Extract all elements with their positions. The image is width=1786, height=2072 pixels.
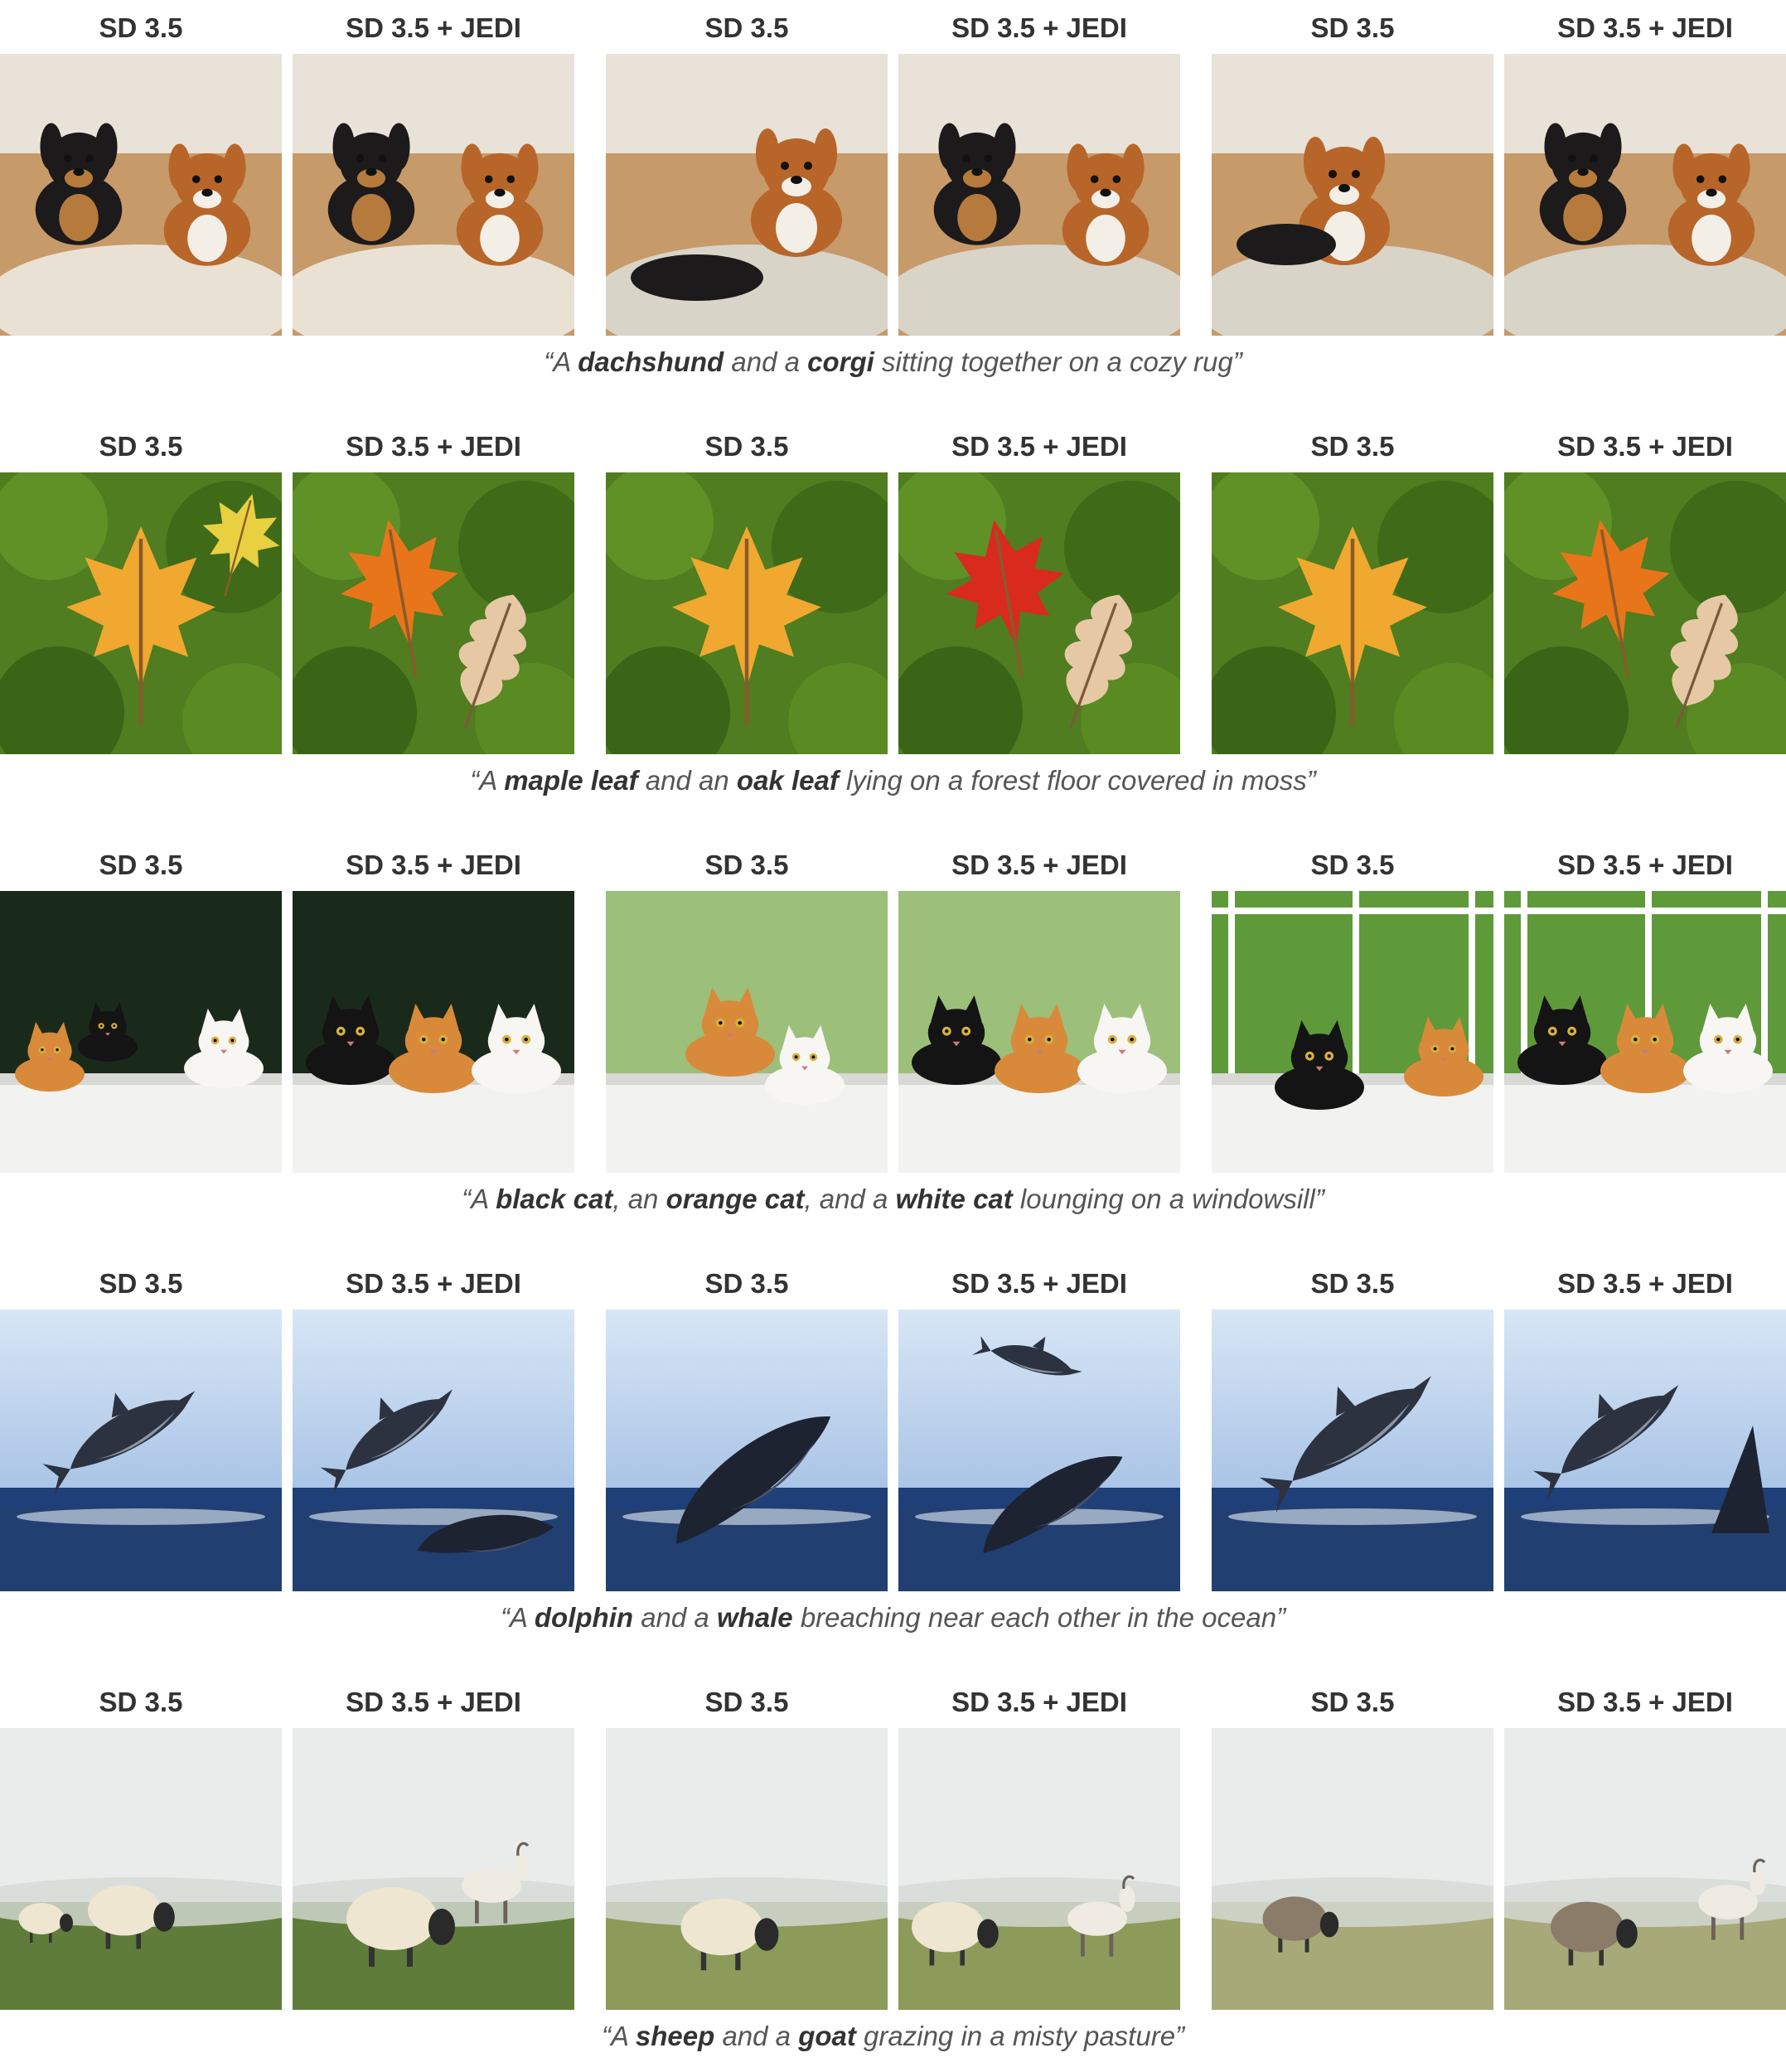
generated-image-leaves-4 [898, 472, 1180, 754]
generated-image-ocean-1 [0, 1310, 282, 1591]
generated-image-pasture-4 [898, 1728, 1180, 2010]
generated-image-ocean-5 [1212, 1310, 1493, 1591]
caption-text: lounging on a windowsill” [1012, 1184, 1324, 1214]
column-label: SD 3.5 [1310, 431, 1395, 462]
generated-image-leaves-1 [0, 472, 282, 754]
column-label: SD 3.5 [1310, 1687, 1395, 1717]
generated-image-cats-3 [606, 891, 888, 1173]
caption-keyword: whale [716, 1602, 793, 1633]
caption-text: “A [500, 1602, 535, 1633]
column-label: SD 3.5 [704, 1268, 789, 1299]
generated-image-cats-2 [293, 891, 574, 1173]
caption-keyword: corgi [807, 346, 874, 377]
prompt-caption: “A maple leaf and an oak leaf lying on a… [0, 762, 1786, 799]
generated-image-cats-1 [0, 891, 282, 1173]
generated-image-dogs-3 [606, 54, 888, 336]
column-label: SD 3.5 [1310, 850, 1395, 880]
generated-image-pasture-5 [1212, 1728, 1493, 2010]
caption-text: and a [724, 346, 808, 377]
column-label: SD 3.5 + JEDI [346, 431, 521, 462]
caption-text: , an [612, 1184, 666, 1214]
caption-keyword: white cat [895, 1184, 1013, 1214]
caption-text: breaching near each other in the ocean” [792, 1602, 1286, 1633]
caption-text: “A [544, 346, 578, 377]
caption-keyword: oak leaf [736, 765, 839, 796]
caption-text: grazing in a misty pasture” [855, 2021, 1185, 2051]
generated-image-leaves-2 [293, 472, 574, 754]
column-label: SD 3.5 [99, 12, 183, 43]
comparison-row-dogs: SD 3.5 SD 3.5 + JEDI SD 3.5 SD 3.5 + JED… [0, 8, 1786, 390]
generated-image-cats-6 [1504, 891, 1786, 1173]
generated-image-leaves-6 [1504, 472, 1786, 754]
column-label: SD 3.5 + JEDI [346, 850, 521, 880]
column-label: SD 3.5 + JEDI [1557, 431, 1733, 462]
prompt-caption: “A black cat, an orange cat, and a white… [0, 1181, 1786, 1218]
generated-image-pasture-2 [293, 1728, 574, 2010]
column-label: SD 3.5 + JEDI [346, 1268, 521, 1299]
generated-image-cats-5 [1212, 891, 1493, 1173]
generated-image-dogs-5 [1212, 54, 1493, 336]
caption-text: and a [714, 2021, 799, 2051]
comparison-row-ocean: SD 3.5 SD 3.5 + JEDI SD 3.5 SD 3.5 + JED… [0, 1264, 1786, 1645]
column-label: SD 3.5 + JEDI [951, 12, 1127, 43]
caption-text: , and a [804, 1184, 896, 1214]
comparison-row-pasture: SD 3.5 SD 3.5 + JEDI SD 3.5 SD 3.5 + JED… [0, 1682, 1786, 2064]
caption-text: “A [462, 1184, 496, 1214]
column-label: SD 3.5 + JEDI [951, 431, 1127, 462]
caption-keyword: sheep [635, 2021, 715, 2051]
prompt-caption: “A dachshund and a corgi sitting togethe… [0, 344, 1786, 380]
caption-text: lying on a forest floor covered in moss” [838, 765, 1316, 796]
generated-image-pasture-6 [1504, 1728, 1786, 2010]
caption-text: “A [601, 2021, 636, 2051]
column-label: SD 3.5 [704, 1687, 789, 1717]
column-label: SD 3.5 + JEDI [1557, 1687, 1733, 1717]
caption-keyword: orange cat [666, 1184, 805, 1214]
caption-keyword: dachshund [578, 346, 724, 377]
column-label: SD 3.5 [704, 12, 789, 43]
column-label: SD 3.5 + JEDI [1557, 850, 1733, 880]
column-label: SD 3.5 [99, 1687, 183, 1717]
generated-image-ocean-3 [606, 1310, 888, 1591]
generated-image-pasture-1 [0, 1728, 282, 2010]
comparison-row-leaves: SD 3.5 SD 3.5 + JEDI SD 3.5 SD 3.5 + JED… [0, 427, 1786, 808]
prompt-caption: “A sheep and a goat grazing in a misty p… [0, 2018, 1786, 2055]
caption-text: sitting together on a cozy rug” [874, 346, 1242, 377]
column-label: SD 3.5 [1310, 12, 1395, 43]
caption-keyword: maple leaf [504, 765, 638, 796]
caption-text: and a [633, 1602, 717, 1633]
caption-keyword: goat [798, 2021, 856, 2051]
column-label: SD 3.5 + JEDI [1557, 1268, 1733, 1299]
column-label: SD 3.5 [704, 431, 789, 462]
generated-image-leaves-3 [606, 472, 888, 754]
generated-image-ocean-2 [293, 1310, 574, 1591]
caption-text: “A [470, 765, 505, 796]
column-label: SD 3.5 + JEDI [346, 12, 521, 43]
generated-image-dogs-1 [0, 54, 282, 336]
caption-keyword: black cat [496, 1184, 613, 1214]
column-label: SD 3.5 + JEDI [951, 850, 1127, 880]
column-label: SD 3.5 + JEDI [951, 1687, 1127, 1717]
generated-image-leaves-5 [1212, 472, 1493, 754]
generated-image-cats-4 [898, 891, 1180, 1173]
column-label: SD 3.5 [99, 431, 183, 462]
column-label: SD 3.5 [99, 1268, 183, 1299]
column-label: SD 3.5 [704, 850, 789, 880]
column-label: SD 3.5 [1310, 1268, 1395, 1299]
caption-keyword: dolphin [534, 1602, 634, 1633]
generated-image-dogs-6 [1504, 54, 1786, 336]
comparison-row-cats: SD 3.5 SD 3.5 + JEDI SD 3.5 SD 3.5 + JED… [0, 845, 1786, 1227]
column-label: SD 3.5 + JEDI [951, 1268, 1127, 1299]
prompt-caption: “A dolphin and a whale breaching near ea… [0, 1600, 1786, 1636]
caption-text: and an [637, 765, 737, 796]
generated-image-dogs-4 [898, 54, 1180, 336]
generated-image-ocean-6 [1504, 1310, 1786, 1591]
column-label: SD 3.5 [99, 850, 183, 880]
column-label: SD 3.5 + JEDI [1557, 12, 1733, 43]
generated-image-dogs-2 [293, 54, 574, 336]
column-label: SD 3.5 + JEDI [346, 1687, 521, 1717]
generated-image-ocean-4 [898, 1310, 1180, 1591]
generated-image-pasture-3 [606, 1728, 888, 2010]
